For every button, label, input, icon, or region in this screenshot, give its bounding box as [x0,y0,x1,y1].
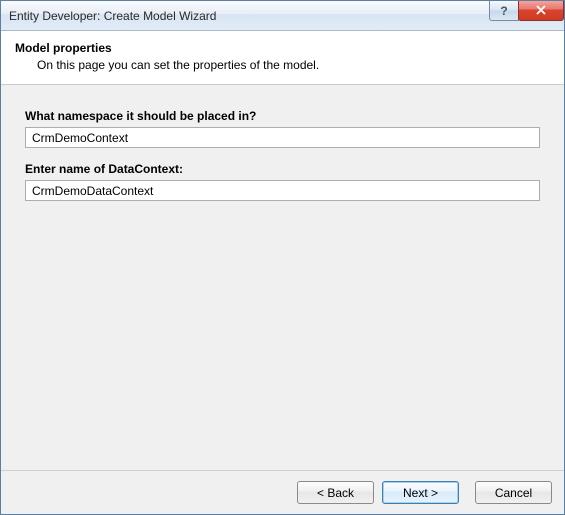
back-button[interactable]: < Back [297,481,374,504]
datacontext-label: Enter name of DataContext: [25,162,540,176]
window-title: Entity Developer: Create Model Wizard [9,9,490,23]
cancel-button[interactable]: Cancel [475,481,552,504]
close-icon [535,4,547,18]
titlebar-controls: ? [490,1,564,30]
titlebar: Entity Developer: Create Model Wizard ? [1,1,564,31]
footer: < Back Next > Cancel [1,470,564,514]
close-button[interactable] [518,1,564,21]
page-subtitle: On this page you can set the properties … [15,58,550,72]
datacontext-input[interactable] [25,180,540,201]
help-button[interactable]: ? [489,1,519,21]
namespace-input[interactable] [25,127,540,148]
namespace-label: What namespace it should be placed in? [25,109,540,123]
content-area: What namespace it should be placed in? E… [1,85,564,470]
namespace-field-group: What namespace it should be placed in? [25,109,540,148]
header-panel: Model properties On this page you can se… [1,31,564,85]
help-icon: ? [500,4,507,18]
wizard-window: Entity Developer: Create Model Wizard ? … [0,0,565,515]
datacontext-field-group: Enter name of DataContext: [25,162,540,201]
next-button[interactable]: Next > [382,481,459,504]
page-title: Model properties [15,41,550,55]
